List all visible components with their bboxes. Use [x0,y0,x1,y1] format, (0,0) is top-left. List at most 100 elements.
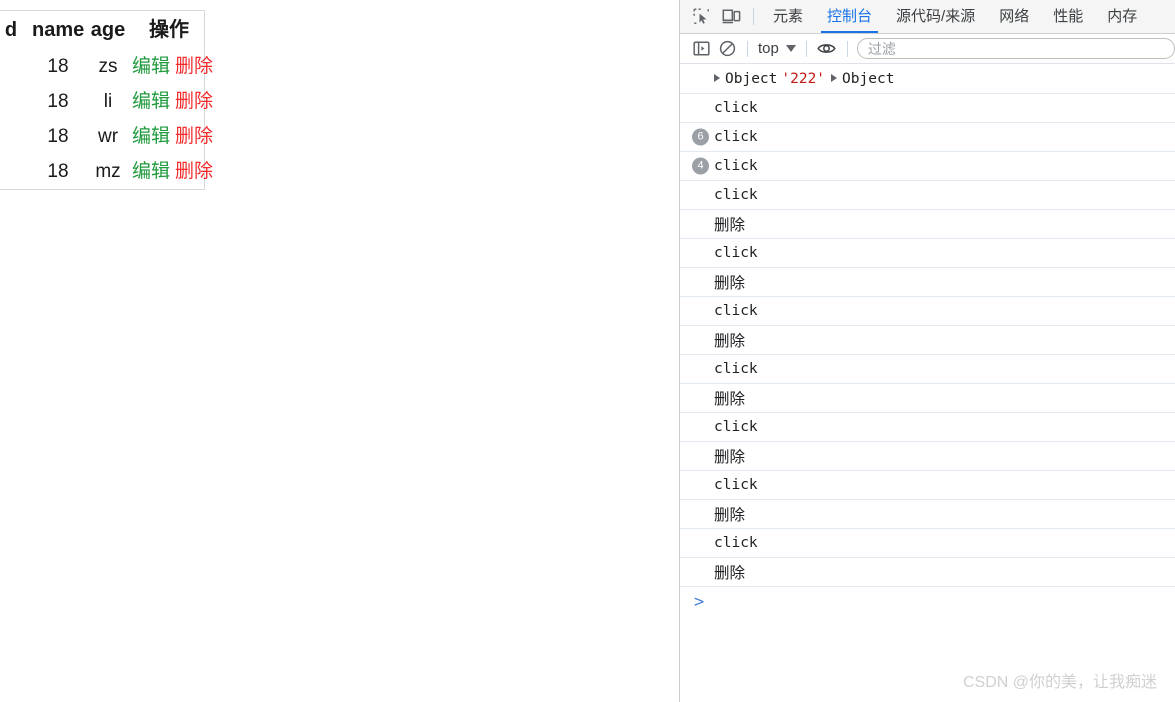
th-name: name [32,19,85,41]
user-data-table-container: d name age 操作 18 zs 编辑 删除 18 li 编辑 删除 18… [0,10,213,190]
clear-console-icon[interactable] [714,37,740,61]
tab-memory[interactable]: 内存 [1095,0,1149,33]
expand-triangle-icon[interactable] [831,74,838,82]
delete-link[interactable]: 删除 [175,91,213,112]
console-message-text: click [714,419,758,435]
console-message-text: click [714,129,758,145]
console-sidebar-icon[interactable] [688,37,714,61]
cell-name: 18 [47,126,69,147]
console-prompt[interactable]: > [680,587,1175,617]
console-message[interactable]: click [680,94,1175,123]
object-token[interactable]: Object [725,71,777,87]
cell-id [0,154,32,189]
cell-actions: 编辑 删除 [132,119,213,154]
cell-age: li [103,91,113,112]
th-id: d [4,19,18,41]
devtools-panel: 元素 控制台 源代码/来源 网络 性能 内存 top 过滤 Object '22… [679,0,1175,702]
inspect-element-icon[interactable] [686,3,716,31]
edit-link[interactable]: 编辑 [132,91,170,112]
console-message-text: 删除 [714,391,746,408]
console-message[interactable]: 删除 [680,558,1175,587]
tabbar-divider [753,8,754,25]
console-message[interactable]: click [680,413,1175,442]
execution-context-label: top [758,40,779,57]
console-toolbar: top [680,34,1175,64]
delete-link[interactable]: 删除 [175,161,213,182]
console-message-text: click [714,303,758,319]
table-row: 18 mz 编辑 删除 [0,154,213,189]
console-message-text: 删除 [714,275,746,292]
tab-sources[interactable]: 源代码/来源 [884,0,987,33]
prompt-caret-icon: > [694,592,705,612]
cell-name: 18 [47,161,69,182]
console-message-text: click [714,535,758,551]
console-message-text: 删除 [714,565,746,582]
table-row: 18 wr 编辑 删除 [0,119,213,154]
device-toolbar-icon[interactable] [716,3,746,31]
cell-age: zs [98,56,118,77]
execution-context-select[interactable]: top [755,40,799,57]
string-token: '222' [781,71,826,87]
tab-network[interactable]: 网络 [987,0,1041,33]
cell-name: 18 [47,56,69,77]
console-message[interactable]: 删除 [680,268,1175,297]
repeat-count-badge: 6 [692,128,709,146]
console-message-text: click [714,100,758,116]
console-message[interactable]: 删除 [680,384,1175,413]
table-row: 18 zs 编辑 删除 [0,49,213,84]
cell-id [0,84,32,119]
console-message[interactable]: 删除 [680,442,1175,471]
console-message[interactable]: click [680,181,1175,210]
console-message[interactable]: click [680,529,1175,558]
live-expression-eye-icon[interactable] [814,37,840,61]
web-page-viewport: d name age 操作 18 zs 编辑 删除 18 li 编辑 删除 18… [0,0,679,702]
edit-link[interactable]: 编辑 [132,126,170,147]
console-message[interactable]: click [680,355,1175,384]
cell-name: 18 [47,91,69,112]
repeat-count-badge: 4 [692,157,709,175]
toolbar-divider [846,40,848,57]
console-message[interactable]: 4 click [680,152,1175,181]
console-message[interactable]: click [680,297,1175,326]
table-header-row: d name age 操作 [0,11,206,49]
cell-age: mz [95,161,121,182]
console-message[interactable]: 删除 [680,210,1175,239]
cell-actions: 编辑 删除 [132,84,213,119]
edit-link[interactable]: 编辑 [132,161,170,182]
console-message-object[interactable]: Object '222' Object [680,65,1175,94]
tab-console[interactable]: 控制台 [815,0,884,33]
edit-link[interactable]: 编辑 [132,56,170,77]
cell-id [0,49,32,84]
delete-link[interactable]: 删除 [175,56,213,77]
object-token[interactable]: Object [842,71,894,87]
console-filter-box[interactable] [856,38,1175,59]
console-message-list[interactable]: Object '222' Object click 6 click 4 click … [680,65,1175,702]
console-message-text: 删除 [714,449,746,466]
console-message[interactable]: click [680,471,1175,500]
console-filter-input[interactable] [867,40,1164,57]
tab-elements[interactable]: 元素 [761,0,815,33]
console-message-text: click [714,361,758,377]
toolbar-divider [747,40,748,57]
console-message-text: 删除 [714,333,746,350]
table-row: 18 li 编辑 删除 [0,84,213,119]
devtools-tabbar: 元素 控制台 源代码/来源 网络 性能 内存 [680,0,1175,34]
console-message[interactable]: 删除 [680,500,1175,529]
cell-actions: 编辑 删除 [132,49,213,84]
table-body: 18 zs 编辑 删除 18 li 编辑 删除 18 wr 编辑 删除 18 m… [0,49,213,189]
tab-performance[interactable]: 性能 [1041,0,1095,33]
cell-age: wr [97,126,119,147]
console-message[interactable]: click [680,239,1175,268]
console-message-text: click [714,187,758,203]
th-age: age [90,19,126,41]
th-actions: 操作 [149,19,189,41]
toolbar-divider [805,40,807,57]
table-header: d name age 操作 [0,11,206,49]
delete-link[interactable]: 删除 [175,126,213,147]
console-message-text: click [714,158,758,174]
console-message[interactable]: 删除 [680,326,1175,355]
cell-id [0,119,32,154]
expand-triangle-icon[interactable] [714,74,720,82]
console-message-text: 删除 [714,507,746,524]
console-message[interactable]: 6 click [680,123,1175,152]
